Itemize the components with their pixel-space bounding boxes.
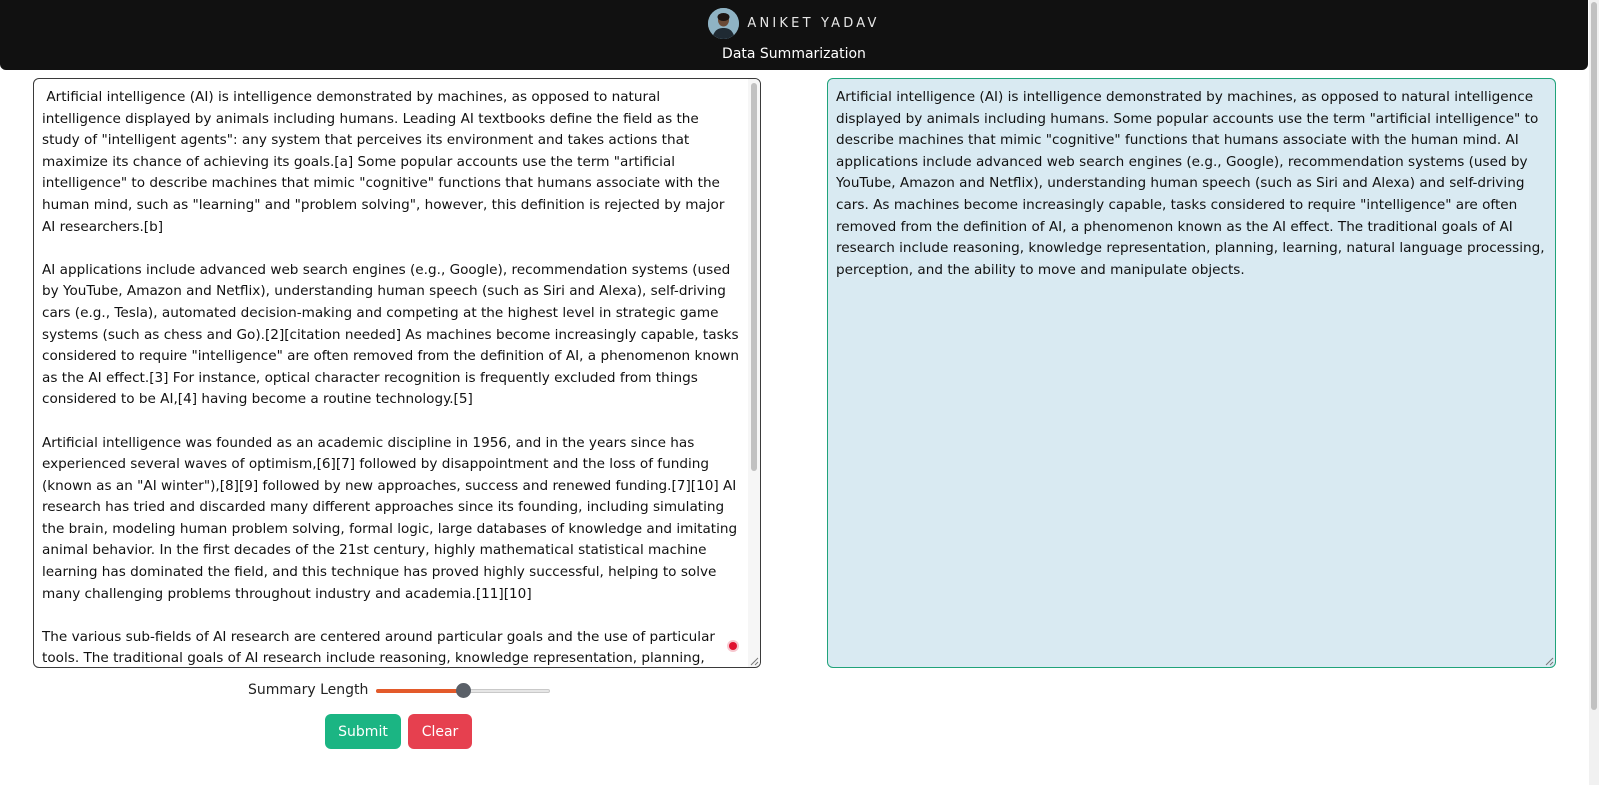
summary-controls: Summary Length bbox=[248, 680, 551, 700]
resize-grip-icon[interactable] bbox=[749, 656, 759, 666]
input-scroll-thumb[interactable] bbox=[751, 83, 757, 471]
input-scrollbar[interactable] bbox=[748, 79, 760, 667]
submit-button[interactable]: Submit bbox=[325, 714, 401, 749]
summary-length-slider[interactable] bbox=[376, 680, 551, 700]
input-textarea[interactable]: Artificial intelligence (AI) is intellig… bbox=[33, 78, 761, 668]
summary-output[interactable]: Artificial intelligence (AI) is intellig… bbox=[827, 78, 1556, 668]
brand: ANIKET YADAV bbox=[0, 8, 1588, 39]
page-scrollbar[interactable] bbox=[1589, 0, 1599, 785]
clear-button[interactable]: Clear bbox=[408, 714, 472, 749]
user-avatar-icon bbox=[708, 8, 740, 39]
summary-text: Artificial intelligence (AI) is intellig… bbox=[836, 89, 1545, 278]
input-text[interactable]: Artificial intelligence (AI) is intellig… bbox=[34, 79, 748, 667]
slider-fill bbox=[376, 689, 464, 693]
page-scroll-thumb[interactable] bbox=[1591, 2, 1597, 710]
brand-name: ANIKET YADAV bbox=[747, 16, 880, 31]
grammar-indicator-icon[interactable] bbox=[729, 642, 737, 650]
slider-thumb[interactable] bbox=[456, 683, 472, 698]
avatar bbox=[708, 8, 740, 39]
summary-length-label: Summary Length bbox=[248, 682, 369, 698]
resize-grip-icon[interactable] bbox=[1544, 656, 1554, 666]
page-title: Data Summarization bbox=[722, 46, 866, 62]
app-header: ANIKET YADAV Data Summarization bbox=[0, 0, 1588, 70]
